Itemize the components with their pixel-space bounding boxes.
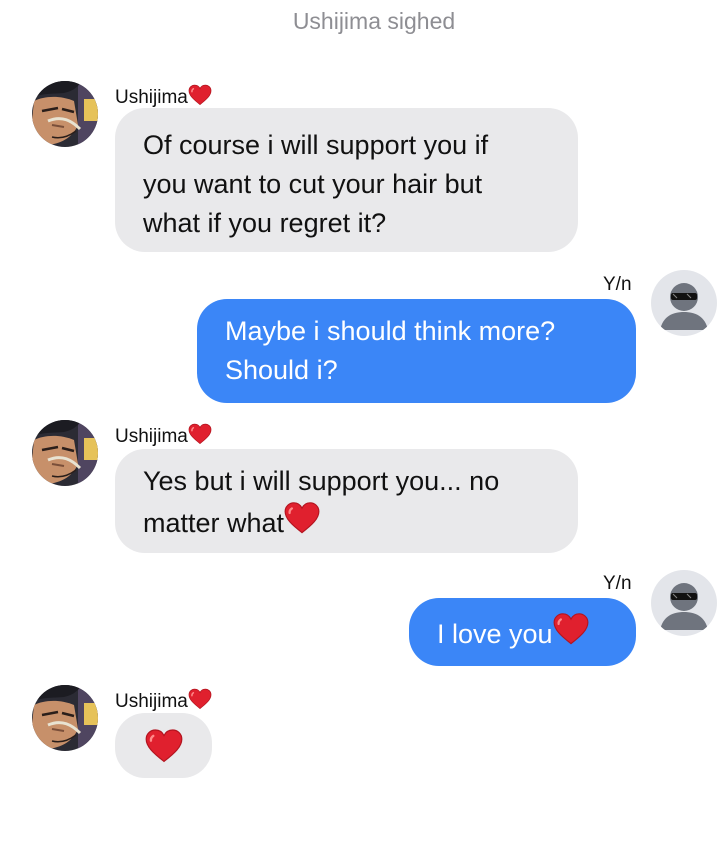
red-heart-icon (284, 501, 320, 535)
anime-character-avatar-icon (32, 420, 98, 486)
yn-avatar[interactable] (651, 270, 717, 336)
message-bubble-outgoing[interactable]: Maybe i should think more? Should i? (197, 299, 636, 403)
message-bubble-outgoing[interactable]: I love you (409, 598, 636, 666)
red-heart-icon (188, 84, 212, 106)
message-text: I love you (437, 619, 553, 649)
message-text: matter what (143, 508, 285, 538)
red-heart-icon (145, 728, 183, 764)
red-heart-icon (188, 688, 212, 710)
message-line: I love you (437, 612, 608, 654)
sender-name-text: Ushijima (115, 87, 188, 108)
sunglasses-silhouette-avatar-icon (651, 270, 717, 336)
red-heart-icon (188, 423, 212, 445)
message-line: Of course i will support you if (143, 130, 489, 160)
message-bubble-incoming[interactable]: Yes but i will support you... no matter … (115, 449, 578, 553)
sender-name-text: Ushijima (115, 426, 188, 447)
message-line: you want to cut your hair but (143, 169, 483, 199)
ushijima-avatar[interactable] (32, 81, 98, 147)
sender-name-ushijima: Ushijima (115, 423, 212, 448)
message-bubble-incoming[interactable]: Of course i will support you if you want… (115, 108, 578, 252)
message-line: what if you regret it? (143, 208, 387, 238)
sender-name-ushijima: Ushijima (115, 84, 212, 109)
ushijima-avatar[interactable] (32, 685, 98, 751)
ushijima-avatar[interactable] (32, 420, 98, 486)
message-bubble-incoming[interactable] (115, 713, 212, 778)
message-line: Yes but i will support you... no (143, 466, 500, 496)
anime-character-avatar-icon (32, 81, 98, 147)
narration-text: Ushijima sighed (292, 8, 456, 34)
sender-name-yn: Y/n (603, 573, 632, 594)
message-line: Maybe i should think more? (225, 316, 556, 346)
sender-name-yn: Y/n (603, 274, 632, 295)
yn-avatar[interactable] (651, 570, 717, 636)
red-heart-icon (553, 612, 589, 646)
message-line: matter what (143, 501, 550, 543)
message-line: Should i? (225, 355, 338, 385)
sender-name-ushijima: Ushijima (115, 688, 212, 713)
sender-name-text: Ushijima (115, 691, 188, 712)
sunglasses-silhouette-avatar-icon (651, 570, 717, 636)
anime-character-avatar-icon (32, 685, 98, 751)
